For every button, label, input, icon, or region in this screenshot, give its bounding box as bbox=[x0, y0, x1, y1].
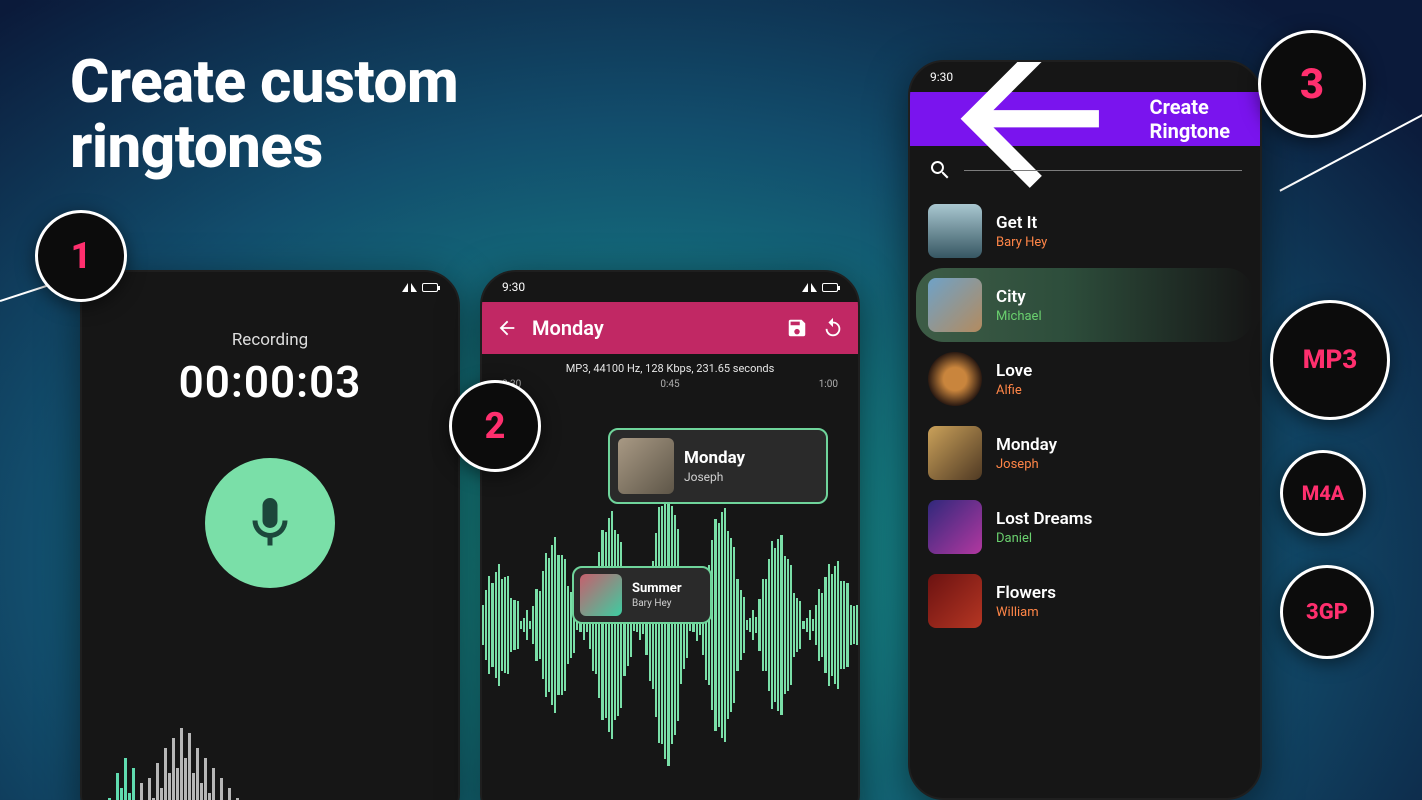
track-row[interactable]: Lost Dreams Daniel bbox=[910, 490, 1260, 564]
track-artist: William bbox=[996, 605, 1056, 620]
search-underline bbox=[964, 170, 1242, 171]
track-art bbox=[928, 426, 982, 480]
track-artist: Joseph bbox=[996, 457, 1057, 472]
save-icon[interactable] bbox=[786, 317, 808, 339]
status-icons bbox=[402, 283, 438, 292]
audio-meta: MP3, 44100 Hz, 128 Kbps, 231.65 seconds bbox=[482, 362, 858, 375]
track-artist: Bary Hey bbox=[996, 235, 1047, 250]
back-icon[interactable] bbox=[496, 317, 518, 339]
status-time: 9:30 bbox=[502, 280, 525, 294]
phone-recording: Recording 00:00:03 bbox=[80, 270, 460, 800]
recording-timer: 00:00:03 bbox=[82, 356, 458, 408]
search-icon[interactable] bbox=[928, 158, 952, 182]
clip-card-small[interactable]: Summer Bary Hey bbox=[572, 566, 712, 624]
track-artist: Daniel bbox=[996, 531, 1092, 546]
editor-title: Monday bbox=[532, 316, 772, 340]
format-bubble-mp3: MP3 bbox=[1270, 300, 1390, 420]
clip-artist: Bary Hey bbox=[632, 598, 682, 609]
step-bubble-1: 1 bbox=[35, 210, 127, 302]
step-number: 1 bbox=[71, 235, 92, 277]
undo-icon[interactable] bbox=[822, 317, 844, 339]
status-bar: 9:30 bbox=[482, 272, 858, 302]
headline-line-2: ringtones bbox=[70, 115, 458, 180]
track-name: City bbox=[996, 287, 1042, 307]
track-name: Lost Dreams bbox=[996, 509, 1092, 529]
track-art bbox=[928, 204, 982, 258]
track-name: Monday bbox=[996, 435, 1057, 455]
track-list: Get It Bary Hey City Michael Love Alfie Monday… bbox=[910, 188, 1260, 644]
track-artist: Michael bbox=[996, 309, 1042, 324]
back-icon[interactable] bbox=[926, 60, 1134, 223]
track-name: Love bbox=[996, 361, 1032, 381]
record-button[interactable] bbox=[205, 458, 335, 588]
recording-label: Recording bbox=[82, 330, 458, 350]
status-bar bbox=[82, 272, 458, 302]
track-name: Get It bbox=[996, 213, 1047, 233]
format-bubble-3gp: 3GP bbox=[1280, 565, 1374, 659]
track-art bbox=[928, 352, 982, 406]
ruler-tick: 1:00 bbox=[819, 379, 838, 390]
library-title: Create Ringtone bbox=[1150, 95, 1245, 143]
track-artist: Alfie bbox=[996, 383, 1032, 398]
format-bubble-m4a: M4A bbox=[1280, 450, 1366, 536]
app-bar: Create Ringtone bbox=[910, 92, 1260, 146]
track-art bbox=[928, 278, 982, 332]
format-label: 3GP bbox=[1306, 600, 1348, 625]
clip-thumb bbox=[618, 438, 674, 494]
ruler-tick: 0:45 bbox=[660, 379, 679, 390]
step-bubble-2: 2 bbox=[449, 380, 541, 472]
clip-artist: Joseph bbox=[684, 470, 745, 484]
clip-card-big[interactable]: Monday Joseph bbox=[608, 428, 828, 504]
headline: Create custom ringtones bbox=[70, 50, 458, 180]
step-number: 3 bbox=[1300, 60, 1324, 109]
track-row[interactable]: City Michael bbox=[916, 268, 1254, 342]
track-row[interactable]: Monday Joseph bbox=[910, 416, 1260, 490]
phone-editor: 9:30 Monday MP3, 44100 Hz, 128 Kbps, 231… bbox=[480, 270, 860, 800]
track-row[interactable]: Love Alfie bbox=[910, 342, 1260, 416]
time-ruler: 0:30 0:45 1:00 bbox=[482, 375, 858, 390]
track-art bbox=[928, 500, 982, 554]
clip-title: Summer bbox=[632, 581, 682, 596]
waveform-small bbox=[82, 658, 458, 800]
step-number: 2 bbox=[485, 405, 506, 447]
format-label: M4A bbox=[1302, 481, 1345, 505]
app-bar: Monday bbox=[482, 302, 858, 354]
step-bubble-3: 3 bbox=[1258, 30, 1366, 138]
track-name: Flowers bbox=[996, 583, 1056, 603]
status-icons bbox=[802, 283, 838, 292]
mic-icon bbox=[240, 493, 300, 553]
track-row[interactable]: Flowers William bbox=[910, 564, 1260, 638]
clip-thumb bbox=[580, 574, 622, 616]
phone-library: 9:30 Create Ringtone Get ItBary HeyCityM… bbox=[908, 60, 1262, 800]
clip-title: Monday bbox=[684, 448, 745, 468]
track-art bbox=[928, 574, 982, 628]
format-label: MP3 bbox=[1303, 345, 1358, 375]
headline-line-1: Create custom bbox=[70, 50, 458, 115]
